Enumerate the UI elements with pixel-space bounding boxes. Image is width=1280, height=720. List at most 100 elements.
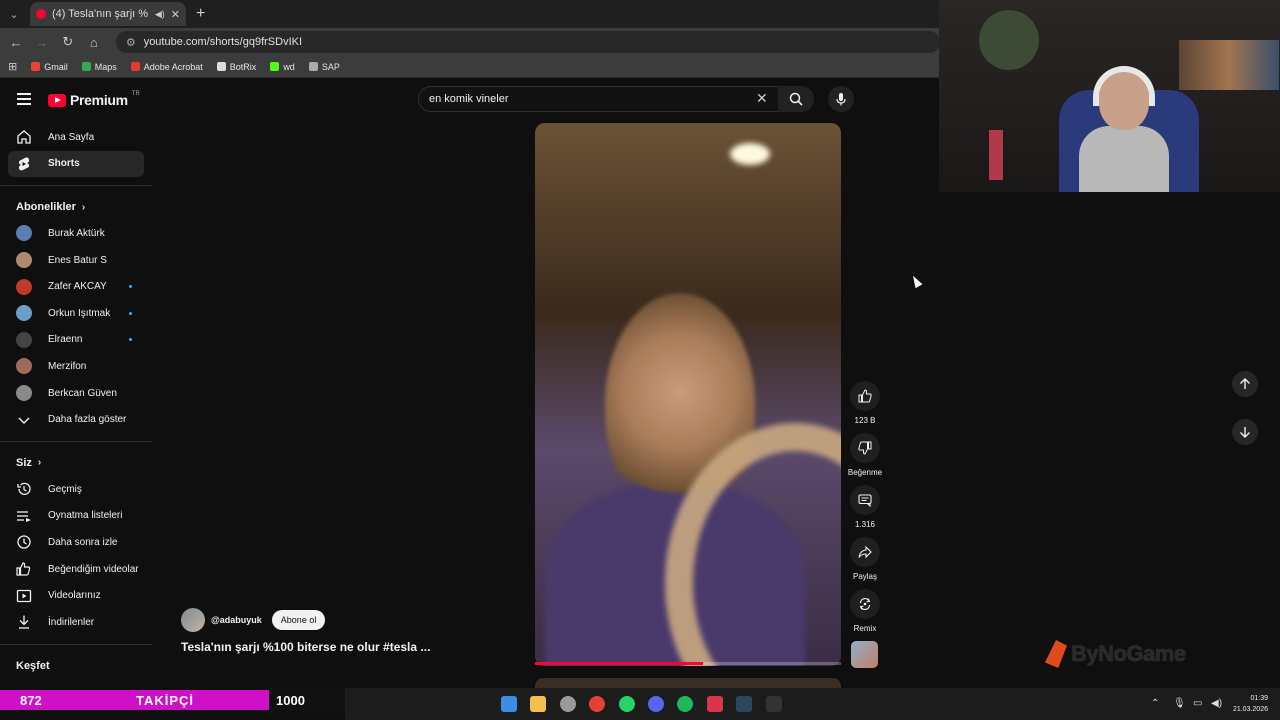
chevron-down-icon xyxy=(18,417,30,424)
sidebar-item-history[interactable]: Geçmiş xyxy=(0,476,154,503)
comments-action[interactable]: 1.316 xyxy=(847,485,883,537)
microphone-tray-icon[interactable]: 🎙 xyxy=(1173,698,1186,709)
sidebar-item-subscription[interactable]: Orkun Işıtmak xyxy=(0,300,154,327)
stream-watermark-logo: ByNoGame xyxy=(1045,640,1186,668)
sidebar-item-subscription[interactable]: Burak Aktürk xyxy=(0,220,154,247)
webcam-streamer xyxy=(1079,66,1169,192)
search-input[interactable]: en komik vineler xyxy=(418,86,778,112)
dislike-button[interactable] xyxy=(850,433,880,463)
channel-avatar xyxy=(16,358,32,375)
channel-handle[interactable]: @adabuyuk xyxy=(211,615,262,625)
sidebar-divider xyxy=(0,185,152,187)
playlists-icon xyxy=(17,511,31,522)
short-title[interactable]: Tesla'nın şarjı %100 biterse ne olur #te… xyxy=(181,640,430,654)
streamer-webcam xyxy=(939,0,1280,192)
sidebar-item-home[interactable]: Ana Sayfa xyxy=(0,124,154,151)
comments-button[interactable] xyxy=(850,485,880,515)
bookmark-item[interactable]: Adobe Acrobat xyxy=(130,62,203,72)
bookmark-item[interactable]: Maps xyxy=(81,62,117,72)
url-field[interactable]: ⚙ youtube.com/shorts/gq9frSDvIKI xyxy=(115,31,941,53)
discord-icon[interactable] xyxy=(648,696,664,712)
like-button[interactable] xyxy=(850,381,880,411)
spotify-icon[interactable] xyxy=(677,696,694,712)
search-icon xyxy=(789,92,803,106)
bookmark-item[interactable]: BotRix xyxy=(216,62,256,72)
sidebar-item-subscription[interactable]: Berkcan Güven xyxy=(0,380,154,407)
chrome-icon[interactable] xyxy=(589,696,606,712)
sidebar-item-subscription[interactable]: Zafer AKCAY xyxy=(0,273,154,300)
bookmark-item[interactable]: wd xyxy=(270,62,295,72)
remix-button[interactable] xyxy=(850,589,880,619)
chevron-down-icon xyxy=(16,412,32,428)
app-icon[interactable] xyxy=(706,696,723,712)
speaker-icon[interactable]: ◀) xyxy=(155,9,165,20)
sidebar-item-shorts[interactable]: Shorts xyxy=(8,150,144,178)
whatsapp-icon[interactable] xyxy=(618,696,635,712)
voice-search-button[interactable] xyxy=(828,86,854,112)
sidebar-item-your-videos[interactable]: Videolarınız xyxy=(0,582,154,609)
taskbar-clock[interactable]: 01:39 21.03.2026 xyxy=(1218,693,1268,715)
bookmark-item[interactable]: Gmail xyxy=(31,62,68,72)
subscribe-button[interactable]: Abone ol xyxy=(271,610,326,630)
sound-thumbnail[interactable] xyxy=(851,641,878,668)
webcam-lamp xyxy=(989,130,1003,180)
tab-search-icon[interactable]: ⌄ xyxy=(4,4,24,24)
channel-avatar xyxy=(16,225,32,242)
channel-avatar xyxy=(16,385,32,402)
reload-icon[interactable]: ↻ xyxy=(56,34,80,50)
subscriptions-heading[interactable]: Abonelikler › xyxy=(0,194,154,220)
file-explorer-icon[interactable] xyxy=(530,696,547,712)
chevron-right-icon: › xyxy=(81,201,86,213)
previous-short-button[interactable] xyxy=(1232,371,1258,397)
windows-start-icon[interactable] xyxy=(501,696,517,712)
epic-games-icon[interactable] xyxy=(765,696,782,712)
next-short-button[interactable] xyxy=(1232,419,1258,445)
address-bar-row: ← → ↻ ⌂ ⚙ youtube.com/shorts/gq9frSDvIKI xyxy=(0,28,941,56)
sidebar-item-downloads[interactable]: İndirilenler xyxy=(0,609,154,636)
new-content-dot xyxy=(129,338,132,342)
sidebar-item-label: Burak Aktürk xyxy=(48,227,105,239)
next-short-preview[interactable] xyxy=(535,678,841,688)
sidebar-item-subscription[interactable]: Merzifon xyxy=(0,353,154,380)
back-icon[interactable]: ← xyxy=(4,35,28,50)
sidebar-item-liked[interactable]: Beğendiğim videolar xyxy=(0,556,154,583)
clear-search-icon[interactable]: ✕ xyxy=(756,90,768,107)
video-progress-bar[interactable] xyxy=(535,662,841,665)
short-video-player[interactable] xyxy=(535,123,841,666)
you-heading[interactable]: Siz › xyxy=(0,450,154,476)
forward-icon[interactable]: → xyxy=(30,35,54,50)
sidebar-item-subscription[interactable]: Elraenn xyxy=(0,327,154,354)
menu-icon[interactable] xyxy=(17,93,31,108)
site-info-icon[interactable]: ⚙ xyxy=(126,36,136,49)
home-browser-icon[interactable]: ⌂ xyxy=(82,35,106,50)
sidebar-item-label: Elraenn xyxy=(48,334,83,346)
close-tab-icon[interactable]: ✕ xyxy=(171,8,180,21)
steam-icon[interactable] xyxy=(736,696,753,712)
settings-icon[interactable] xyxy=(559,696,576,712)
browser-tab[interactable]: (4) Tesla'nın şarjı %100 bite ◀) ✕ xyxy=(30,2,186,26)
share-action[interactable]: Paylaş xyxy=(847,537,883,589)
tab-title: (4) Tesla'nın şarjı %100 bite xyxy=(52,8,149,20)
home-icon xyxy=(17,130,31,144)
network-icon[interactable]: ▭ xyxy=(1193,698,1202,709)
like-action[interactable]: 123 B xyxy=(847,381,883,433)
new-tab-icon[interactable]: + xyxy=(196,5,205,23)
sidebar-item-label: İndirilenler xyxy=(48,616,95,628)
tray-overflow-icon[interactable]: ⌃ xyxy=(1151,698,1159,709)
apps-icon[interactable]: ⊞ xyxy=(8,60,17,73)
sidebar-item-playlists[interactable]: Oynatma listeleri xyxy=(0,503,154,530)
search-button[interactable] xyxy=(778,86,814,112)
follower-label: TAKİPÇİ xyxy=(136,693,195,708)
remix-action[interactable]: Remix xyxy=(847,589,883,641)
bookmark-label: SAP xyxy=(321,61,340,72)
share-button[interactable] xyxy=(850,537,880,567)
sidebar-item-watch-later[interactable]: Daha sonra izle xyxy=(0,529,154,556)
dislike-action[interactable]: Beğenme xyxy=(847,433,883,485)
video-progress-fill xyxy=(535,662,704,665)
channel-avatar[interactable] xyxy=(181,608,205,632)
bookmark-item[interactable]: SAP xyxy=(308,61,340,72)
show-more-button[interactable]: Daha fazla göster xyxy=(0,406,154,433)
watch-later-icon xyxy=(17,535,31,550)
youtube-premium-logo[interactable]: Premium TR xyxy=(48,91,140,108)
sidebar-item-subscription[interactable]: Enes Batur S xyxy=(0,247,154,274)
